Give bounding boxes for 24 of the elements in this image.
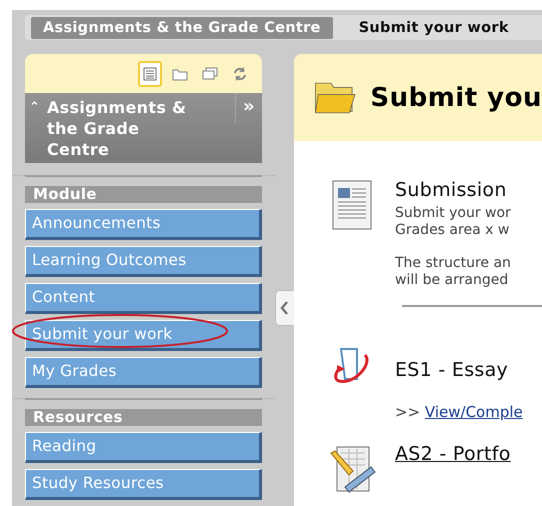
current-page-crumb: Submit your work bbox=[358, 18, 510, 38]
menu-section-heading: Module bbox=[25, 186, 262, 203]
menu-item[interactable]: Learning Outcomes bbox=[25, 246, 262, 277]
item-title: ES1 - Essay bbox=[395, 359, 510, 381]
collapse-menu-handle[interactable] bbox=[275, 290, 294, 326]
menu-item[interactable]: Content bbox=[25, 283, 262, 314]
page-title: Submit you bbox=[370, 82, 542, 112]
expand-button[interactable]: » bbox=[235, 93, 262, 123]
link-marker: >> bbox=[395, 403, 420, 421]
breadcrumb-link[interactable]: Assignments & the Grade Centre bbox=[31, 16, 333, 38]
item-title-link[interactable]: AS2 - Portfo bbox=[395, 443, 542, 465]
menu-item[interactable]: Study Resources bbox=[25, 469, 262, 500]
menu-item[interactable]: My Grades bbox=[25, 357, 262, 388]
description-text: Submit your wor Grades area x w bbox=[395, 205, 512, 239]
view-complete-link[interactable]: View/Comple bbox=[424, 403, 523, 421]
menu-section-heading: Resources bbox=[25, 409, 262, 426]
view-button[interactable] bbox=[138, 60, 162, 86]
item-title: Submission bbox=[395, 179, 508, 201]
course-title: Assignments & the Grade Centre bbox=[47, 97, 188, 161]
menu-item[interactable]: Reading bbox=[25, 432, 262, 463]
menu-item[interactable]: Submit your work bbox=[25, 320, 262, 351]
menu-item[interactable]: Announcements bbox=[25, 209, 262, 240]
collapse-icon[interactable]: ⌃ bbox=[29, 97, 47, 163]
description-text: The structure an will be arranged bbox=[395, 255, 512, 289]
